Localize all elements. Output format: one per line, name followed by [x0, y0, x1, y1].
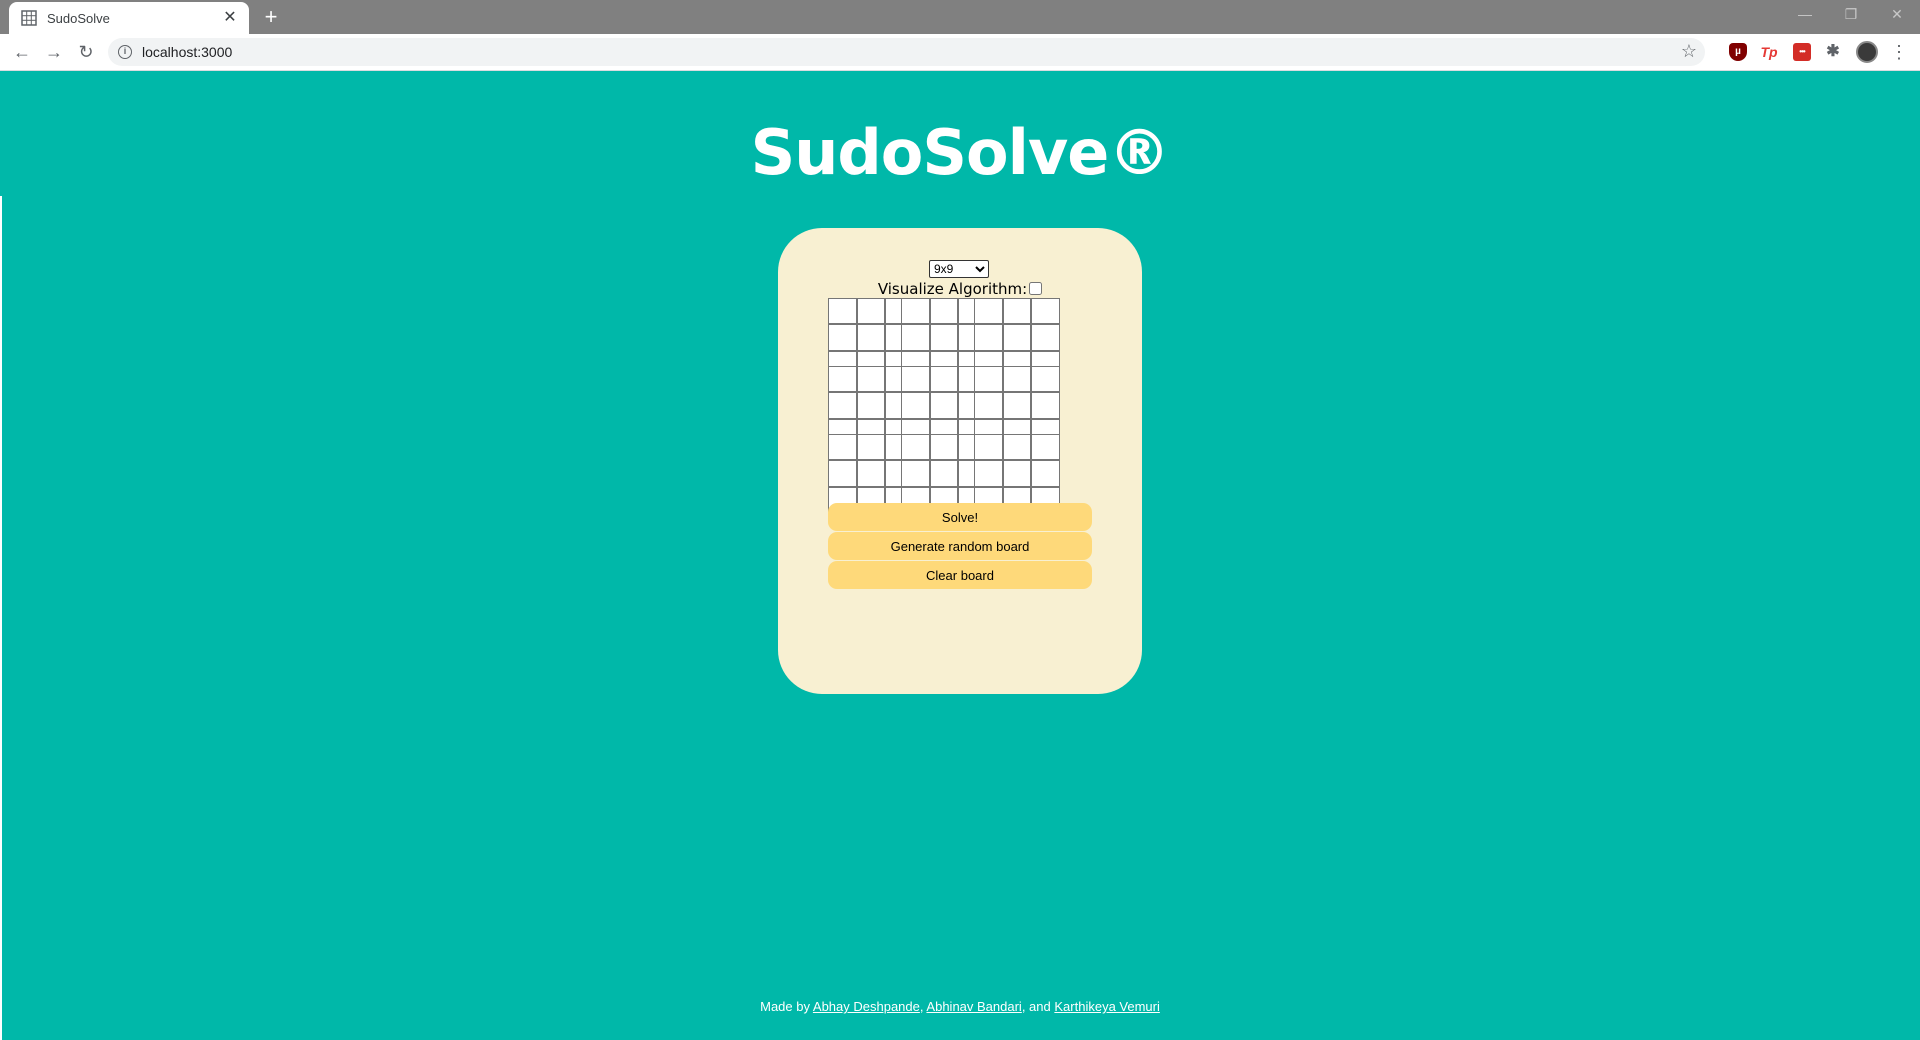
author-link-abhay[interactable]: Abhay Deshpande	[813, 999, 920, 1014]
board-cell[interactable]	[901, 434, 930, 461]
new-tab-button[interactable]: +	[260, 6, 282, 28]
board-cell[interactable]	[828, 460, 857, 487]
board-cell[interactable]	[929, 298, 959, 325]
board-cell[interactable]	[1031, 460, 1060, 487]
browser-tab-bar: SudoSolve ✕ + — ❐ ✕	[0, 0, 1920, 34]
left-edge-line	[0, 196, 2, 1040]
board-cell[interactable]	[1002, 324, 1032, 351]
extensions-puzzle-icon[interactable]: ✱	[1824, 43, 1842, 61]
generate-random-board-button[interactable]: Generate random board	[828, 532, 1092, 560]
clear-board-button[interactable]: Clear board	[828, 561, 1092, 589]
board-cell[interactable]	[929, 366, 959, 393]
board-cell[interactable]	[1002, 460, 1032, 487]
footer-prefix: Made by	[760, 999, 810, 1014]
visualize-checkbox[interactable]	[1029, 282, 1043, 295]
tp-extension-icon[interactable]: Tp	[1760, 43, 1778, 61]
board-cell[interactable]	[901, 392, 930, 419]
back-arrow-icon[interactable]: ←	[10, 40, 34, 64]
author-link-karthikeya[interactable]: Karthikeya Vemuri	[1054, 999, 1160, 1014]
profile-avatar[interactable]	[1856, 41, 1878, 63]
reload-icon[interactable]: ↻	[74, 40, 98, 64]
board-size-select[interactable]: 9x9	[929, 260, 989, 278]
footer-sep-1: ,	[919, 999, 924, 1014]
board-cell[interactable]	[974, 392, 1003, 419]
board-cell[interactable]	[856, 324, 886, 351]
footer: Made by Abhay Deshpande, Abhinav Bandari…	[0, 999, 1920, 1014]
info-icon[interactable]: i	[118, 45, 132, 59]
board-cell[interactable]	[1002, 298, 1032, 325]
board-cell[interactable]	[856, 392, 886, 419]
solve-button[interactable]: Solve!	[828, 503, 1092, 531]
browser-tab[interactable]: SudoSolve ✕	[9, 2, 249, 34]
board-cell[interactable]	[828, 324, 857, 351]
board-cell[interactable]	[901, 298, 930, 325]
board-cell[interactable]	[974, 324, 1003, 351]
visualize-row: Visualize Algorithm:	[778, 280, 1142, 298]
board-cell[interactable]	[929, 434, 959, 461]
board-cell[interactable]	[974, 434, 1003, 461]
board-cell[interactable]	[929, 324, 959, 351]
visualize-label: Visualize Algorithm:	[877, 280, 1028, 298]
address-bar[interactable]: i localhost:3000 ☆	[108, 38, 1705, 66]
browser-toolbar: ← → ↻ i localhost:3000 ☆ µ Tp ••• ✱ ⋮	[0, 34, 1920, 71]
board-cell[interactable]	[828, 366, 857, 393]
board-cell[interactable]	[901, 366, 930, 393]
board-cell[interactable]	[856, 298, 886, 325]
tab-title: SudoSolve	[47, 10, 110, 26]
page-body: SudoSolve® 9x9 Visualize Algorithm: Solv…	[0, 72, 1920, 1040]
board-cell[interactable]	[828, 392, 857, 419]
board-box	[974, 434, 1060, 513]
board-cell[interactable]	[929, 460, 959, 487]
board-cell[interactable]	[856, 460, 886, 487]
tab-close-icon[interactable]: ✕	[221, 9, 239, 27]
board-cell[interactable]	[1031, 434, 1060, 461]
board-cell[interactable]	[1002, 434, 1032, 461]
restore-button[interactable]: ❐	[1828, 0, 1874, 30]
board-cell[interactable]	[1031, 298, 1060, 325]
bookmark-star-icon[interactable]: ☆	[1681, 41, 1697, 62]
minimize-button[interactable]: —	[1782, 0, 1828, 30]
board-cell[interactable]	[901, 324, 930, 351]
board-cell[interactable]	[974, 460, 1003, 487]
close-window-button[interactable]: ✕	[1874, 0, 1920, 30]
board-cell[interactable]	[974, 366, 1003, 393]
board-cell[interactable]	[1031, 324, 1060, 351]
ublock-origin-icon[interactable]: µ	[1729, 43, 1747, 61]
grid-favicon-icon	[21, 10, 37, 26]
author-link-abhinav[interactable]: Abhinav Bandari	[926, 999, 1021, 1014]
board-cell[interactable]	[856, 366, 886, 393]
forward-arrow-icon[interactable]: →	[42, 40, 66, 64]
board-cell[interactable]	[856, 434, 886, 461]
board-cell[interactable]	[1002, 366, 1032, 393]
app-title: SudoSolve®	[750, 116, 1171, 189]
url-text[interactable]: localhost:3000	[142, 44, 232, 60]
board-cell[interactable]	[828, 298, 857, 325]
footer-sep-2: , and	[1021, 999, 1051, 1014]
board-cell[interactable]	[828, 434, 857, 461]
board-cell[interactable]	[901, 460, 930, 487]
board-cell[interactable]	[1002, 392, 1032, 419]
board-cell[interactable]	[1031, 392, 1060, 419]
board-cell[interactable]	[1031, 366, 1060, 393]
board-cell[interactable]	[974, 298, 1003, 325]
window-controls: — ❐ ✕	[1782, 0, 1920, 30]
more-menu-icon[interactable]: ⋮	[1890, 41, 1908, 63]
lastpass-icon[interactable]: •••	[1793, 43, 1811, 61]
board-cell[interactable]	[929, 392, 959, 419]
solver-card: 9x9 Visualize Algorithm: Solve! Generate…	[778, 228, 1142, 694]
